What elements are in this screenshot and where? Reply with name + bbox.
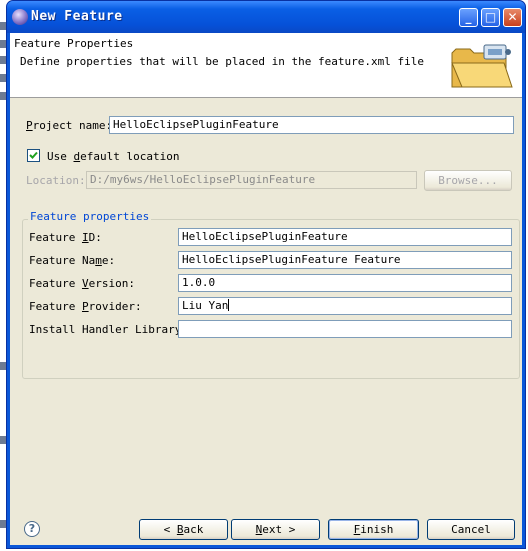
- feature-name-label: Feature Name:: [29, 254, 116, 267]
- close-button[interactable]: ✕: [503, 8, 522, 27]
- install-handler-library-input[interactable]: [178, 320, 512, 338]
- wizard-header: Feature Properties Define properties tha…: [10, 33, 522, 98]
- feature-name-input[interactable]: HelloEclipsePluginFeature Feature: [178, 251, 512, 269]
- folder-plugin-icon: [451, 44, 513, 88]
- maximize-button[interactable]: □: [481, 8, 500, 27]
- project-name-input[interactable]: HelloEclipsePluginFeature: [109, 116, 514, 134]
- location-label: Location:: [26, 174, 86, 187]
- checkmark-icon: [29, 151, 38, 159]
- feature-provider-value: Liu Yan: [182, 299, 229, 312]
- feature-provider-label: Feature Provider:: [29, 300, 142, 313]
- title-bar[interactable]: New Feature _ □ ✕: [7, 1, 525, 33]
- feature-provider-input[interactable]: Liu Yan: [178, 297, 512, 315]
- feature-properties-group-title: Feature properties: [28, 210, 152, 223]
- finish-button[interactable]: Finish: [328, 519, 419, 540]
- wizard-title: Feature Properties: [14, 37, 134, 50]
- text-cursor: [228, 299, 230, 311]
- eclipse-icon: [12, 9, 28, 25]
- use-default-location-label: Use default location: [47, 150, 180, 163]
- feature-id-label: Feature ID:: [29, 231, 102, 244]
- install-handler-library-label: Install Handler Library:: [29, 323, 188, 336]
- feature-version-input[interactable]: 1.0.0: [178, 274, 512, 292]
- feature-version-label: Feature Version:: [29, 277, 135, 290]
- use-default-location-checkbox[interactable]: [27, 149, 40, 162]
- project-name-label: Project name:: [26, 119, 113, 132]
- window-title: New Feature: [31, 9, 123, 24]
- dialog-client-area: Feature Properties Define properties tha…: [10, 33, 522, 545]
- minimize-button[interactable]: _: [459, 8, 478, 27]
- location-input: D:/my6ws/HelloEclipsePluginFeature: [86, 171, 417, 189]
- next-button[interactable]: Next >: [231, 519, 320, 540]
- cancel-button[interactable]: Cancel: [427, 519, 515, 540]
- help-icon[interactable]: ?: [24, 521, 40, 537]
- feature-id-input[interactable]: HelloEclipsePluginFeature: [178, 228, 512, 246]
- browse-button: Browse...: [424, 170, 512, 191]
- new-feature-dialog: New Feature _ □ ✕ Feature Properties Def…: [6, 0, 526, 549]
- back-button[interactable]: < Back: [139, 519, 228, 540]
- wizard-description: Define properties that will be placed in…: [20, 55, 424, 68]
